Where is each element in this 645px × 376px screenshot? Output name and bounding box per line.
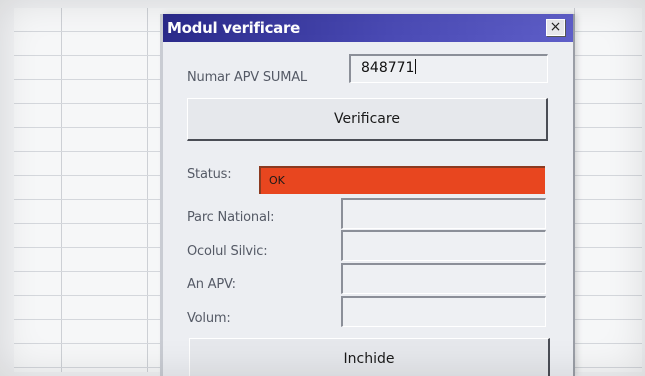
dialog-title: Modul verificare [167, 19, 300, 37]
status-label: Status: [187, 167, 232, 182]
ocolul-silvic-field[interactable] [341, 230, 546, 261]
status-value: OK [269, 174, 285, 187]
apv-label: Numar APV SUMAL [187, 70, 307, 85]
text-caret [415, 59, 417, 74]
volum-label: Volum: [187, 311, 231, 326]
close-button[interactable]: Inchide [189, 338, 550, 376]
an-apv-field[interactable] [341, 263, 546, 294]
dialog-titlebar[interactable]: Modul verificare × [163, 14, 573, 42]
verification-dialog: Modul verificare × Numar APV SUMAL 84877… [160, 14, 573, 376]
parc-national-label: Parc National: [187, 210, 275, 225]
volum-field[interactable] [341, 296, 546, 327]
close-icon[interactable]: × [546, 19, 565, 36]
ocolul-silvic-label: Ocolul Silvic: [187, 244, 268, 259]
status-indicator: OK [259, 166, 545, 194]
verify-button[interactable]: Verificare [187, 98, 548, 141]
screen: Modul verificare × Numar APV SUMAL 84877… [0, 0, 645, 376]
apv-input-value: 848771 [361, 60, 415, 76]
apv-input[interactable]: 848771 [349, 54, 548, 83]
an-apv-label: An APV: [187, 277, 236, 292]
parc-national-field[interactable] [341, 198, 546, 229]
